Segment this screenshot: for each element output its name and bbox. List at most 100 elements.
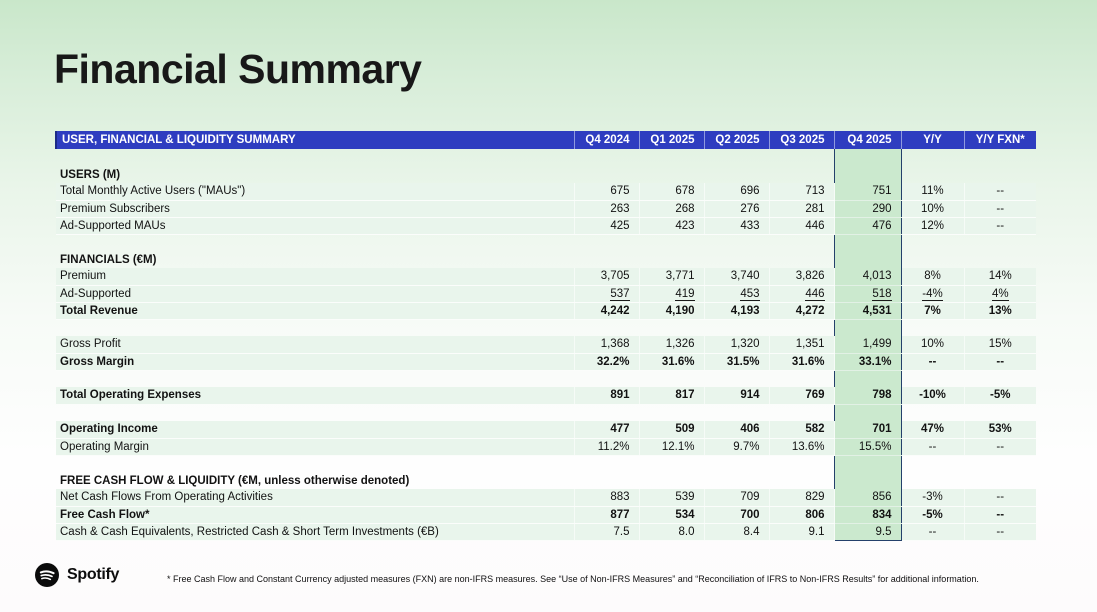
value-cell: 700	[703, 506, 769, 524]
value-cell	[574, 370, 639, 387]
value-cell: 11.2%	[573, 438, 639, 456]
column-header-q2-2025: Q2 2025	[703, 131, 769, 149]
value-cell: 1,351	[768, 336, 834, 354]
value-cell	[901, 234, 964, 251]
value-cell	[574, 319, 639, 336]
value-cell: 8.0	[638, 523, 704, 541]
value-cell: 53%	[963, 421, 1036, 439]
table-row: Operating Margin 11.2% 12.1% 9.7% 13.6% 15.5%…	[56, 438, 1036, 456]
value-cell: 423	[638, 217, 704, 235]
section-label: FREE CASH FLOW & LIQUIDITY (€M, unless o…	[60, 474, 410, 487]
value-cell: 8.4	[703, 523, 769, 541]
row-label	[56, 149, 574, 166]
value-cell: 268	[638, 200, 704, 218]
value-cell	[964, 319, 1036, 336]
value-cell: 11%	[900, 183, 964, 201]
value-cell	[639, 234, 704, 251]
value-cell: --	[963, 353, 1036, 371]
highlight-cell: 4,013	[833, 268, 902, 286]
spacer-row	[56, 319, 1036, 336]
value-cell: 31.6%	[768, 353, 834, 371]
row-label: Premium Subscribers	[56, 200, 574, 218]
value-cell: 263	[573, 200, 639, 218]
table-row: Ad-Supported 537 419 453 446 518 -4% 4%	[56, 285, 1036, 303]
brand-lockup: Spotify	[34, 562, 119, 588]
value-cell: 678	[638, 183, 704, 201]
value-cell	[901, 472, 964, 489]
value-cell: 883	[573, 489, 639, 507]
value-cell: 1,320	[703, 336, 769, 354]
value-cell: 4%	[963, 285, 1036, 303]
value-cell	[574, 149, 639, 166]
value-cell: 446	[768, 217, 834, 235]
value-cell: -3%	[900, 489, 964, 507]
value-cell	[769, 149, 834, 166]
row-label	[56, 370, 574, 387]
highlight-cell: 834	[833, 506, 902, 524]
value-cell: 696	[703, 183, 769, 201]
highlight-cell: 1,499	[833, 336, 902, 354]
row-label: Premium	[56, 268, 574, 286]
value-cell	[704, 455, 769, 472]
value-cell: 9.1	[768, 523, 834, 541]
value-cell: 433	[703, 217, 769, 235]
highlight-cell	[833, 370, 902, 387]
value-cell: 806	[768, 506, 834, 524]
row-label	[56, 404, 574, 421]
column-header-yoy-fxn: Y/Y FXN*	[963, 131, 1036, 149]
value-cell	[901, 370, 964, 387]
value-cell: 31.5%	[703, 353, 769, 371]
value-cell	[964, 149, 1036, 166]
value-cell: 276	[703, 200, 769, 218]
value-cell	[769, 166, 834, 183]
value-cell	[769, 370, 834, 387]
highlight-cell: 33.1%	[833, 353, 902, 371]
value-cell: 13.6%	[768, 438, 834, 456]
table-row: Ad-Supported MAUs 425 423 433 446 476 12% --	[56, 217, 1036, 235]
row-label	[56, 319, 574, 336]
value-cell: 4,193	[703, 302, 769, 320]
spacer-row	[56, 455, 1036, 472]
value-cell	[639, 472, 704, 489]
table-header-title: USER, FINANCIAL & LIQUIDITY SUMMARY	[55, 131, 574, 149]
value-cell	[639, 251, 704, 268]
value-cell: --	[900, 438, 964, 456]
highlight-cell: 290	[833, 200, 902, 218]
highlight-cell: 701	[833, 421, 902, 439]
table-row: Premium Subscribers 263 268 276 281 290 10% --	[56, 200, 1036, 218]
value-cell	[704, 166, 769, 183]
page-title: Financial Summary	[54, 46, 422, 92]
highlight-cell: 9.5	[833, 523, 902, 541]
value-cell	[769, 251, 834, 268]
value-cell: 877	[573, 506, 639, 524]
value-cell: -5%	[900, 506, 964, 524]
row-label: Gross Margin	[56, 353, 574, 371]
table-row: Gross Profit 1,368 1,326 1,320 1,351 1,499 10%…	[56, 336, 1036, 354]
value-cell: 12%	[900, 217, 964, 235]
row-label: Free Cash Flow*	[56, 506, 574, 524]
highlight-cell	[833, 404, 902, 421]
value-cell: 675	[573, 183, 639, 201]
value-cell	[574, 234, 639, 251]
value-cell: -5%	[963, 387, 1036, 405]
highlight-cell: 476	[833, 217, 902, 235]
row-label: Total Monthly Active Users ("MAUs")	[56, 183, 574, 201]
highlight-cell: 856	[833, 489, 902, 507]
column-header-q3-2025: Q3 2025	[768, 131, 834, 149]
value-cell	[901, 166, 964, 183]
table-row: Total Operating Expenses 891 817 914 769 798-…	[56, 387, 1036, 405]
value-cell: 8%	[900, 268, 964, 286]
value-cell	[769, 455, 834, 472]
value-cell	[901, 319, 964, 336]
value-cell: --	[963, 489, 1036, 507]
value-cell: 539	[638, 489, 704, 507]
column-header-q4-2025: Q4 2025	[833, 131, 901, 149]
table-row: Cash & Cash Equivalents, Restricted Cash…	[56, 523, 1036, 541]
value-cell	[704, 472, 769, 489]
value-cell: 534	[638, 506, 704, 524]
value-cell: 709	[703, 489, 769, 507]
value-cell: 13%	[963, 302, 1036, 320]
spotify-logo-icon	[34, 562, 60, 588]
highlight-cell	[833, 472, 902, 489]
value-cell: 12.1%	[638, 438, 704, 456]
